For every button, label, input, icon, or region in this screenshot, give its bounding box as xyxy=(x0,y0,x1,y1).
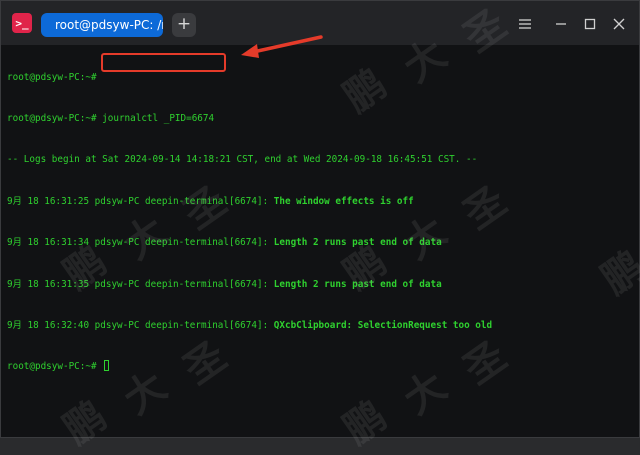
log-header: -- Logs begin at Sat 2024-09-14 14:18:21… xyxy=(7,154,478,166)
terminal-line: root@pdsyw-PC:~# xyxy=(7,360,637,374)
log-message: Length 2 runs past end of data xyxy=(273,278,442,290)
terminal-line: root@pdsyw-PC:~# xyxy=(7,71,637,85)
log-prefix: 9月 18 16:32:40 pdsyw-PC deepin-terminal[… xyxy=(7,319,274,331)
tab-root-terminal[interactable]: root@pdsyw-PC: /root xyxy=(41,13,163,37)
minimize-icon[interactable] xyxy=(551,14,571,34)
close-icon[interactable] xyxy=(609,14,629,34)
prompt: root@pdsyw-PC:~# xyxy=(7,112,103,124)
menu-icon[interactable] xyxy=(515,14,535,34)
text-cursor xyxy=(104,360,110,372)
terminal-icon: >_ xyxy=(12,13,32,33)
terminal-line: -- Logs begin at Sat 2024-09-14 14:18:21… xyxy=(7,153,637,167)
log-message: QXcbClipboard: SelectionRequest too old xyxy=(273,319,493,331)
terminal-line: 9月 18 16:31:25 pdsyw-PC deepin-terminal[… xyxy=(7,195,637,209)
terminal-window: >_ root@pdsyw-PC: /root + root@pdsyw-PC:… xyxy=(0,0,640,454)
annotation-arrow-icon xyxy=(241,35,323,58)
command-highlight-box xyxy=(101,53,226,72)
log-prefix: 9月 18 16:31:25 pdsyw-PC deepin-terminal[… xyxy=(7,195,274,207)
terminal-line: 9月 18 16:32:40 pdsyw-PC deepin-terminal[… xyxy=(7,319,637,333)
terminal-output[interactable]: root@pdsyw-PC:~# root@pdsyw-PC:~# journa… xyxy=(7,43,637,402)
log-message: The window effects is off xyxy=(273,195,414,207)
terminal-line: root@pdsyw-PC:~# journalctl _PID=6674 xyxy=(7,112,637,126)
tab-title: root@pdsyw-PC: /root xyxy=(55,18,163,32)
log-prefix: 9月 18 16:31:35 pdsyw-PC deepin-terminal[… xyxy=(7,278,274,290)
prompt: root@pdsyw-PC:~# xyxy=(7,361,103,373)
terminal-line: 9月 18 16:31:35 pdsyw-PC deepin-terminal[… xyxy=(7,278,637,292)
new-tab-button[interactable]: + xyxy=(172,13,196,37)
command: journalctl _PID=6674 xyxy=(102,112,215,124)
log-prefix: 9月 18 16:31:34 pdsyw-PC deepin-terminal[… xyxy=(7,237,274,249)
maximize-icon[interactable] xyxy=(580,14,600,34)
log-message: Length 2 runs past end of data xyxy=(273,237,442,249)
prompt: root@pdsyw-PC:~# xyxy=(7,71,103,83)
terminal-line: 9月 18 16:31:34 pdsyw-PC deepin-terminal[… xyxy=(7,236,637,250)
